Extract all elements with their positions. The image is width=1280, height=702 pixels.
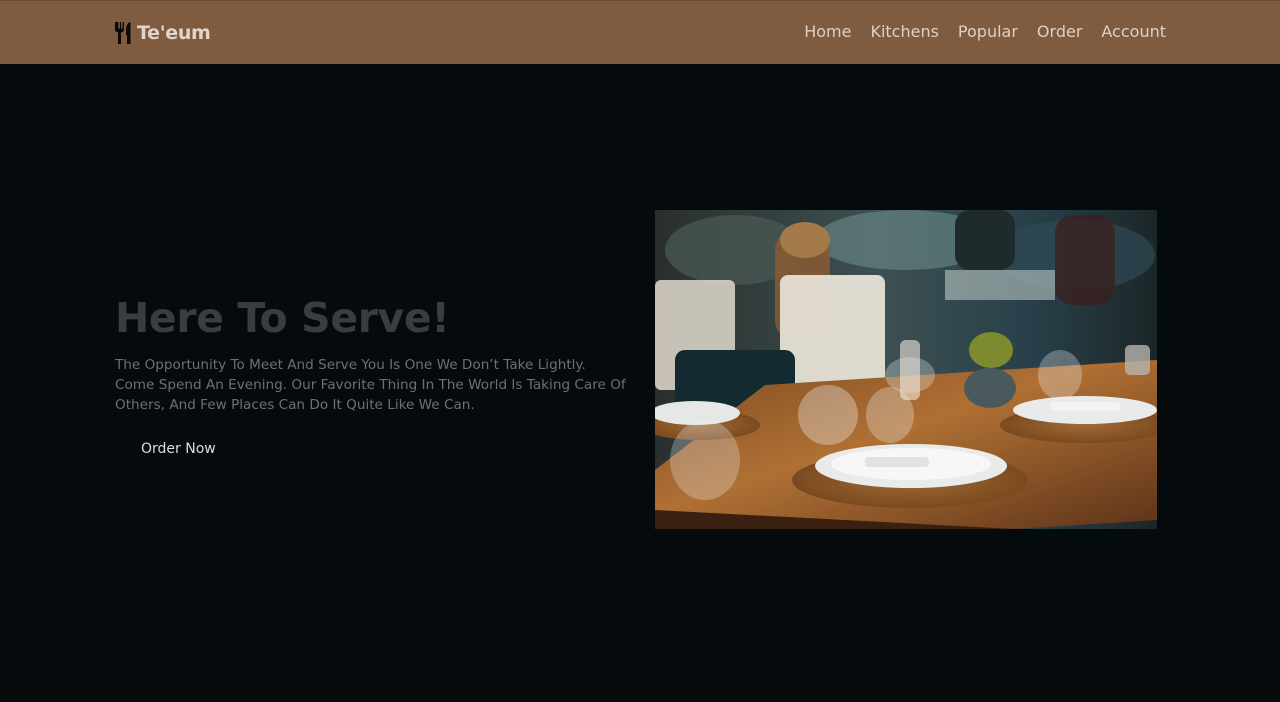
brand-name: Te'eum	[137, 22, 211, 44]
main-nav: Home Kitchens Popular Order Account	[804, 21, 1166, 43]
nav-link-home[interactable]: Home	[804, 21, 851, 43]
restaurant-table-photo	[655, 210, 1157, 529]
utensils-icon	[115, 22, 131, 44]
nav-link-popular[interactable]: Popular	[958, 21, 1018, 43]
nav-link-order[interactable]: Order	[1037, 21, 1082, 43]
hero-description: The Opportunity To Meet And Serve You Is…	[115, 357, 626, 413]
order-now-button[interactable]: Order Now	[141, 438, 216, 460]
brand-logo[interactable]: Te'eum	[114, 19, 211, 47]
nav-link-kitchens[interactable]: Kitchens	[870, 21, 938, 43]
top-navbar: Te'eum Home Kitchens Popular Order Accou…	[0, 0, 1280, 64]
hero-title: Here To Serve!	[115, 294, 450, 342]
nav-link-account[interactable]: Account	[1101, 21, 1166, 43]
